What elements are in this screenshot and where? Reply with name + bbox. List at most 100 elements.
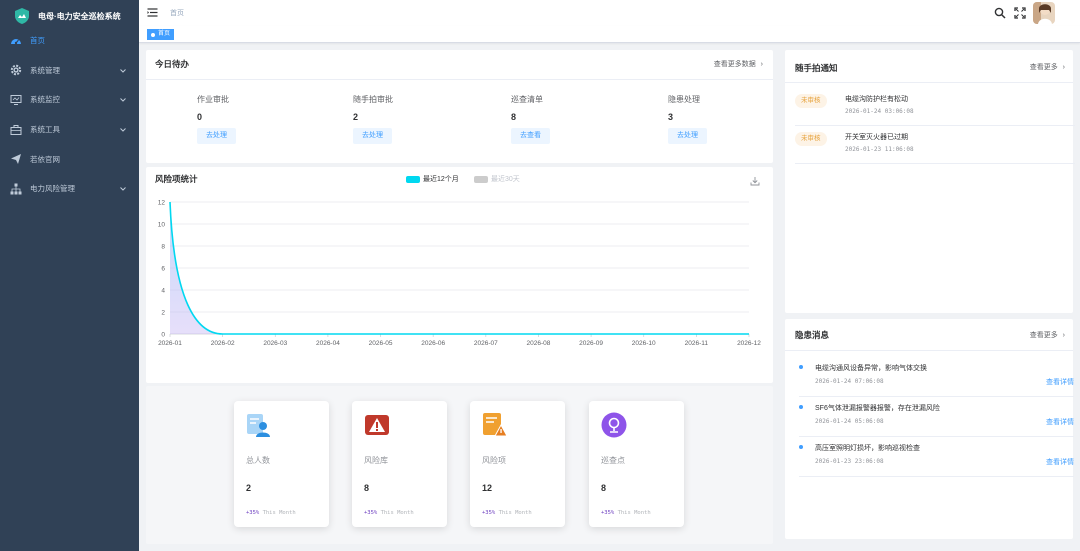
tab-label: 首页 <box>158 31 171 37</box>
search-icon[interactable] <box>994 7 1006 19</box>
active-dot <box>151 32 155 37</box>
y-tick-label: 4 <box>161 288 165 295</box>
stat-trend: +35% This Month <box>482 510 532 516</box>
divider <box>146 79 773 80</box>
stat-trend: +35% This Month <box>601 510 651 516</box>
hamburger-icon[interactable] <box>147 7 158 18</box>
risk-area-chart: 0 2 4 6 8 10 12 2026-01 2026-02 2026-03 2026-04 202… <box>158 200 762 348</box>
x-tick-label: 2026-07 <box>474 340 498 347</box>
hazard-time: 2026-01-24 07:06:08 <box>815 378 884 385</box>
chevron-down-icon <box>120 127 126 132</box>
send-icon <box>10 153 22 165</box>
sidebar-item-ruoyi-site[interactable]: 若依官网 <box>0 144 139 174</box>
snapshot-more-link[interactable]: 查看更多 › <box>1030 62 1065 72</box>
stat-trend: +35% This Month <box>364 510 414 516</box>
todo-item: 随手拍审批 2 去处理 <box>353 94 453 144</box>
chevron-down-icon <box>120 68 126 73</box>
sidebar-item-label: 系统管理 <box>30 65 60 75</box>
more-label: 查看更多数据 <box>713 61 756 68</box>
snapshot-notice-card: 随手拍通知 查看更多 › 未审核 电缆沟防护栏有松动 2026-01-24 03… <box>785 50 1075 313</box>
document-warning-icon <box>483 413 508 437</box>
fullscreen-icon[interactable] <box>1014 7 1026 19</box>
todo-count: 2 <box>353 112 359 122</box>
trend-label: This Month <box>380 510 414 516</box>
stat-value: 8 <box>601 483 607 493</box>
bullet-dot <box>799 405 803 409</box>
bullet-dot <box>799 365 803 369</box>
hazard-title: 隐患消息 <box>795 330 830 340</box>
todo-action-button[interactable]: 去查看 <box>511 128 550 144</box>
sidebar-item-power-risk[interactable]: 电力风险管理 <box>0 174 139 204</box>
dashboard-icon <box>10 35 22 47</box>
sidebar-item-home[interactable]: 首页 <box>0 26 139 56</box>
hazard-item: 电缆沟通风设备异常，影响气体交换 2026-01-24 07:06:08 查看详… <box>799 357 1074 397</box>
sidebar-item-label: 电力风险管理 <box>30 184 75 194</box>
stat-label: 风险库 <box>364 456 388 465</box>
tags-view: 首页 <box>139 26 1080 43</box>
hazard-time: 2026-01-24 05:06:08 <box>815 418 884 425</box>
view-detail-link[interactable]: 查看详情 <box>1046 457 1074 467</box>
view-detail-link[interactable]: 查看详情 <box>1046 377 1074 387</box>
sidebar-item-system-monitor[interactable]: 系统监控 <box>0 85 139 115</box>
shield-logo-icon <box>15 8 29 24</box>
toolbox-icon <box>10 124 22 136</box>
breadcrumb[interactable]: 首页 <box>170 8 184 18</box>
trend-pct: +35% <box>482 510 496 516</box>
stat-label: 巡查点 <box>601 456 625 465</box>
hazard-text: 电缆沟通风设备异常，影响气体交换 <box>815 365 927 372</box>
tab-home[interactable]: 首页 <box>147 29 175 40</box>
x-tick-label: 2026-06 <box>421 340 445 347</box>
notice-title: 开关室灭火器已过期 <box>845 134 908 141</box>
todo-more-link[interactable]: 查看更多数据 › <box>714 59 763 69</box>
warning-icon <box>365 415 389 435</box>
x-tick-label: 2026-10 <box>632 340 656 347</box>
y-tick-label: 2 <box>161 310 165 317</box>
sidebar-item-system-management[interactable]: 系统管理 <box>0 56 139 86</box>
sidebar: 电母·电力安全巡检系统 首页 系统管理 系统监控 系统工具 若依官网 电力风险管… <box>0 0 139 551</box>
sidebar-item-label: 首页 <box>30 36 45 46</box>
stat-trend: +35% This Month <box>246 510 296 516</box>
x-tick-label: 2026-09 <box>579 340 603 347</box>
x-tick-label: 2026-11 <box>685 340 709 347</box>
notice-item[interactable]: 未审核 电缆沟防护栏有松动 2026-01-24 03:06:08 <box>795 88 1075 126</box>
trend-label: This Month <box>498 510 532 516</box>
y-tick-label: 12 <box>158 200 166 207</box>
view-detail-link[interactable]: 查看详情 <box>1046 417 1074 427</box>
notice-title: 电缆沟防护栏有松动 <box>845 96 908 103</box>
x-tick-label: 2026-12 <box>737 340 761 347</box>
avatar[interactable] <box>1033 2 1055 24</box>
gear-icon <box>10 64 22 76</box>
stat-card-risk-library[interactable]: 风险库 8 +35% This Month <box>352 401 447 527</box>
y-tick-label: 6 <box>161 266 165 273</box>
x-tick-label: 2026-08 <box>527 340 551 347</box>
stat-card-total-people[interactable]: 总人数 2 +35% This Month <box>234 401 329 527</box>
x-tick-label: 2026-02 <box>211 340 235 347</box>
snapshot-title: 随手拍通知 <box>795 63 838 73</box>
todo-item: 作业审批 0 去处理 <box>197 94 297 144</box>
hazard-item: 高压室照明灯损坏，影响巡视检查 2026-01-23 23:06:08 查看详情 <box>799 437 1074 477</box>
y-tick-label: 8 <box>161 244 165 251</box>
chevron-right-icon: › <box>760 61 763 68</box>
risk-chart-card: 风险项统计 最近12个月 最近30天 0 2 4 6 8 10 12 2026-01 2026-… <box>146 167 773 383</box>
sidebar-item-label: 若依官网 <box>30 154 60 164</box>
trend-label: This Month <box>262 510 296 516</box>
location-icon <box>601 412 627 438</box>
stat-value: 8 <box>364 483 370 493</box>
stat-card-risk-items[interactable]: 风险项 12 +35% This Month <box>470 401 565 527</box>
hazard-time: 2026-01-23 23:06:08 <box>815 458 884 465</box>
todo-action-button[interactable]: 去处理 <box>197 128 236 144</box>
hazard-more-link[interactable]: 查看更多 › <box>1030 330 1065 340</box>
todo-action-button[interactable]: 去处理 <box>668 128 707 144</box>
todo-action-button[interactable]: 去处理 <box>353 128 392 144</box>
stat-value: 12 <box>482 483 493 493</box>
chevron-right-icon: › <box>1062 332 1065 339</box>
x-tick-label: 2026-01 <box>158 340 182 347</box>
todo-title: 今日待办 <box>155 59 190 69</box>
sidebar-item-system-tools[interactable]: 系统工具 <box>0 115 139 145</box>
trend-pct: +35% <box>364 510 378 516</box>
notice-item[interactable]: 未审核 开关室灭火器已过期 2026-01-23 11:06:08 <box>795 126 1075 164</box>
notice-time: 2026-01-23 11:06:08 <box>845 146 914 153</box>
stat-card-patrol-points[interactable]: 巡查点 8 +35% This Month <box>589 401 684 527</box>
todo-label: 作业审批 <box>197 95 229 104</box>
y-tick-label: 0 <box>161 332 165 339</box>
